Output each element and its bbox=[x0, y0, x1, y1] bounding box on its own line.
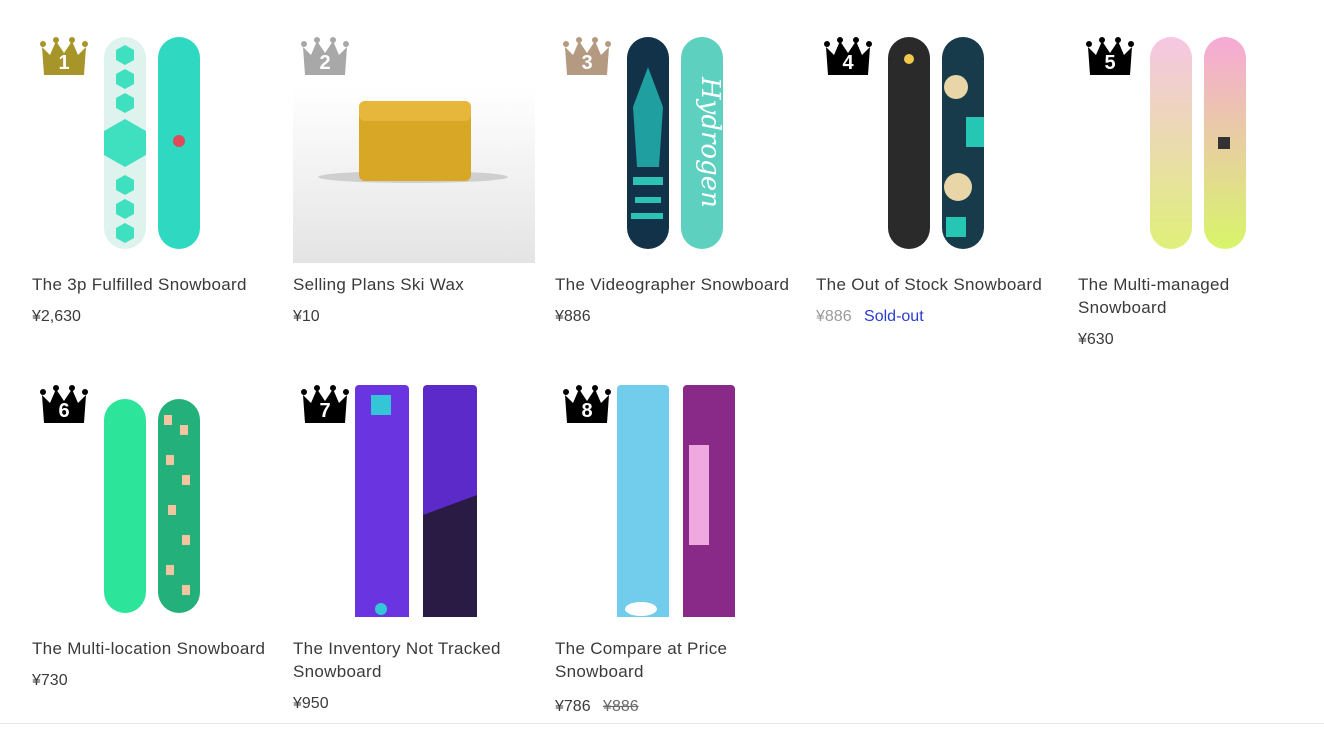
product-title[interactable]: The Videographer Snowboard bbox=[555, 273, 789, 296]
price: ¥886 bbox=[555, 308, 591, 325]
price: ¥950 bbox=[293, 695, 329, 712]
rank-crown: 8 bbox=[563, 385, 611, 425]
product-title-line: The Inventory Not Tracked bbox=[293, 639, 501, 658]
price-row: ¥2,630 bbox=[32, 307, 89, 327]
product-title[interactable]: The 3p Fulfilled Snowboard bbox=[32, 273, 247, 296]
product-title-line: Snowboard bbox=[1078, 298, 1167, 317]
price: ¥730 bbox=[32, 672, 68, 689]
product-title-line: The Compare at Price bbox=[555, 639, 728, 658]
price-row: ¥886 Sold-out bbox=[816, 307, 932, 327]
crown-icon: 8 bbox=[563, 385, 611, 423]
price-row: ¥730 bbox=[32, 671, 76, 691]
price: ¥10 bbox=[293, 308, 320, 325]
product-title-line: Snowboard bbox=[555, 662, 644, 681]
price-row: ¥950 bbox=[293, 694, 337, 714]
sale-price: ¥786 bbox=[555, 698, 591, 715]
price: ¥2,630 bbox=[32, 308, 81, 325]
product-title[interactable]: The Compare at Price Snowboard bbox=[555, 637, 727, 683]
crown-icon: 2 bbox=[301, 37, 349, 75]
rank-crown: 7 bbox=[301, 385, 349, 425]
product-title[interactable]: The Multi-managed Snowboard bbox=[1078, 273, 1230, 319]
price-row: ¥786 ¥886 bbox=[555, 697, 647, 717]
price: ¥630 bbox=[1078, 331, 1114, 348]
price-row: ¥886 bbox=[555, 307, 599, 327]
product-title-line: Snowboard bbox=[293, 662, 382, 681]
svg-text:3: 3 bbox=[581, 52, 592, 74]
product-title[interactable]: Selling Plans Ski Wax bbox=[293, 273, 464, 296]
svg-text:1: 1 bbox=[58, 52, 69, 74]
product-title[interactable]: The Multi-location Snowboard bbox=[32, 637, 265, 660]
crown-icon: 1 bbox=[40, 37, 88, 75]
svg-text:6: 6 bbox=[58, 400, 69, 422]
product-title[interactable]: The Out of Stock Snowboard bbox=[816, 273, 1042, 296]
svg-text:4: 4 bbox=[842, 52, 854, 74]
svg-text:7: 7 bbox=[319, 400, 330, 422]
svg-text:Hydrogen: Hydrogen bbox=[695, 76, 725, 208]
crown-icon: 7 bbox=[301, 385, 349, 423]
rank-crown: 6 bbox=[40, 385, 88, 425]
price: ¥886 bbox=[816, 308, 852, 325]
svg-text:8: 8 bbox=[581, 400, 592, 422]
crown-icon: 3 bbox=[563, 37, 611, 75]
compare-at-price: ¥886 bbox=[603, 698, 639, 715]
rank-crown: 1 bbox=[40, 37, 88, 77]
divider bbox=[0, 723, 1324, 724]
rank-crown: 3 bbox=[563, 37, 611, 77]
sold-out-badge: Sold-out bbox=[864, 308, 924, 325]
product-title[interactable]: The Inventory Not Tracked Snowboard bbox=[293, 637, 501, 683]
rank-crown: 2 bbox=[301, 37, 349, 77]
svg-text:5: 5 bbox=[1104, 52, 1115, 74]
price-row: ¥10 bbox=[293, 307, 328, 327]
price-row: ¥630 bbox=[1078, 330, 1122, 350]
rank-crown: 5 bbox=[1086, 37, 1134, 77]
svg-text:2: 2 bbox=[319, 52, 330, 74]
crown-icon: 5 bbox=[1086, 37, 1134, 75]
product-title-line: The Multi-managed bbox=[1078, 275, 1230, 294]
rank-crown: 4 bbox=[824, 37, 872, 77]
crown-icon: 4 bbox=[824, 37, 872, 75]
crown-icon: 6 bbox=[40, 385, 88, 423]
